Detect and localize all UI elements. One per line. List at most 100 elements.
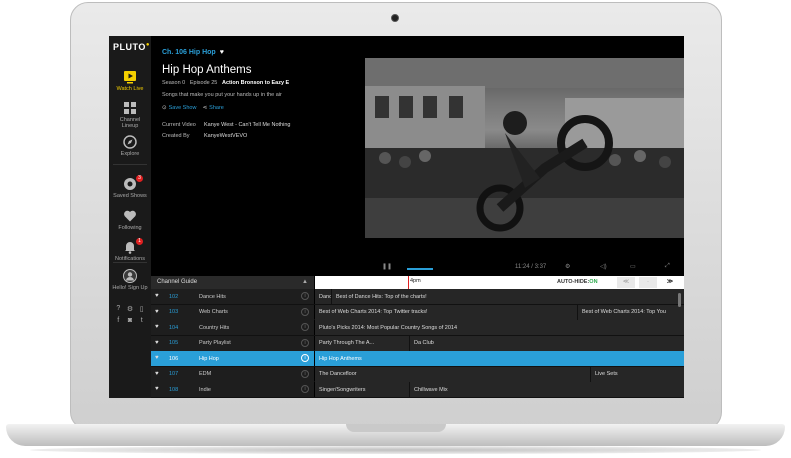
show-title: Hip Hop Anthems — [162, 64, 252, 76]
info-icon[interactable]: i — [301, 385, 309, 393]
sidebar-divider — [113, 262, 147, 263]
sidebar-item-explore[interactable]: Explore — [109, 135, 151, 157]
program-cell[interactable]: The Dancefloor — [315, 367, 590, 382]
channel-cell[interactable]: ♥ 108 Indie i — [151, 382, 314, 397]
channel-cell[interactable]: ♥ 102 Dance Hits i — [151, 289, 314, 304]
channel-cell[interactable]: ♥ 107 EDM i — [151, 366, 314, 382]
info-icon[interactable]: i — [301, 307, 309, 316]
instagram-icon[interactable]: ◙ — [128, 317, 132, 324]
info-icon[interactable]: i — [301, 292, 309, 300]
help-icon[interactable]: ? — [116, 305, 120, 313]
sidebar-item-sign-up[interactable]: Hello! Sign Up — [109, 269, 151, 291]
program-lane: Singer/Songwriters Chillwave Mix — [315, 382, 684, 397]
caret-up-icon[interactable]: ▲ — [302, 279, 308, 285]
info-icon[interactable]: i — [301, 354, 309, 362]
facebook-icon[interactable]: f — [117, 317, 119, 324]
guide-title: Channel Guide — [157, 279, 198, 285]
channel-name: Party Playlist — [199, 340, 231, 346]
show-description: Songs that make you put your hands up in… — [162, 92, 282, 98]
program-cell[interactable]: Best of Web Charts 2014: Top You — [577, 304, 684, 320]
channel-cell[interactable]: ♥ 106 Hip Hop i — [151, 351, 314, 366]
grid-icon — [124, 102, 136, 114]
channel-cell[interactable]: ♥ 104 Country Hits i — [151, 320, 314, 335]
settings-icon[interactable]: ⚙ — [565, 263, 570, 270]
program-cell[interactable]: Dance — [315, 289, 331, 304]
heart-icon[interactable]: ♥ — [155, 371, 159, 377]
guide-scrollbar[interactable] — [678, 293, 681, 307]
current-video-value: Kanye West - Can't Tell Me Nothing — [204, 122, 291, 128]
heart-icon[interactable]: ♥ — [155, 293, 159, 299]
sidebar-item-channel-lineup[interactable]: Channel Lineup — [109, 101, 151, 129]
season-label: Season 0 — [162, 80, 186, 86]
program-cell[interactable]: Best of Web Charts 2014: Top Twitter tra… — [315, 305, 577, 320]
program-cell[interactable]: Hip Hop Anthems — [315, 351, 684, 366]
pluto-logo[interactable]: PLUTO● — [113, 42, 150, 52]
program-cell[interactable]: Da Club — [409, 335, 684, 351]
program-lane: Pluto's Picks 2014: Most Popular Country… — [315, 320, 684, 335]
program-cell[interactable]: Party Through The A... — [315, 336, 409, 351]
program-lane: The Dancefloor Live Sets — [315, 366, 684, 382]
program-cell[interactable]: Pluto's Picks 2014: Most Popular Country… — [315, 320, 684, 335]
rewind-button[interactable]: ≪ — [617, 277, 635, 288]
guide-row[interactable]: ♥ 105 Party Playlist i Party Through The… — [151, 335, 684, 351]
tv-play-icon — [124, 71, 136, 84]
info-icon[interactable]: i — [301, 369, 309, 378]
guide-row[interactable]: ♥ 107 EDM i The Dancefloor Live Sets — [151, 366, 684, 382]
now-button[interactable]: · — [639, 277, 657, 288]
twitter-icon[interactable]: t — [141, 317, 143, 324]
avatar-icon — [123, 269, 137, 283]
heart-icon[interactable]: ♥ — [155, 340, 159, 346]
channel-guide-header[interactable]: Channel Guide ▲ — [151, 276, 314, 289]
created-by-row: Created By KanyeWestVEVO — [162, 133, 247, 139]
sidebar-item-watch-live[interactable]: Watch Live — [109, 70, 151, 92]
settings-icon[interactable]: ⚙ — [127, 305, 133, 313]
save-show-button[interactable]: ⊙ Save Show — [162, 105, 196, 111]
guide-row[interactable]: ♥ 102 Dance Hits i Dance Best of Dance H… — [151, 289, 684, 305]
channel-cell[interactable]: ♥ 105 Party Playlist i — [151, 335, 314, 351]
channel-name: Country Hits — [199, 324, 230, 331]
share-button[interactable]: ⋖ Share — [203, 105, 224, 111]
heart-icon[interactable]: ♥ — [155, 309, 159, 315]
video-frame — [365, 58, 684, 238]
guide-row[interactable]: ♥ 108 Indie i Singer/Songwriters Chillwa… — [151, 382, 684, 398]
heart-icon[interactable]: ♥ — [155, 355, 159, 361]
forward-button[interactable]: ≫ — [661, 277, 679, 288]
fullscreen-icon[interactable]: ⤢ — [665, 263, 670, 270]
program-cell[interactable]: Live Sets — [590, 366, 684, 382]
share-icon: ⋖ — [202, 105, 208, 111]
help-links: ? ⚙ ▯ — [109, 305, 151, 313]
channel-title[interactable]: Ch. 106 Hip Hop ♥ — [162, 49, 224, 56]
app-screen: PLUTO● Watch Live Channel Lineup Explore… — [109, 36, 684, 398]
progress-bar[interactable] — [407, 268, 433, 270]
channel-number: 102 — [169, 293, 179, 300]
captions-icon[interactable]: ▭ — [630, 263, 636, 270]
laptop-notch — [346, 424, 446, 432]
now-playing-panel: Ch. 106 Hip Hop ♥ Hip Hop Anthems Season … — [151, 36, 365, 276]
notification-badge: 3 — [136, 175, 143, 182]
guide-row[interactable]: ♥ 103 Web Charts i Best of Web Charts 20… — [151, 304, 684, 320]
sidebar-item-following[interactable]: Following — [109, 209, 151, 231]
mobile-icon[interactable]: ▯ — [140, 305, 144, 313]
heart-icon[interactable]: ♥ — [155, 324, 159, 330]
volume-icon[interactable]: ◁) — [600, 263, 607, 270]
info-icon[interactable]: i — [301, 323, 309, 331]
player-controls: ❚❚ 11:24 / 3:37 ⚙ ◁) ▭ ⤢ — [365, 261, 684, 275]
current-video-row: Current Video Kanye West - Can't Tell Me… — [162, 122, 290, 128]
sidebar: PLUTO● Watch Live Channel Lineup Explore… — [109, 36, 151, 398]
current-time-marker — [408, 276, 409, 289]
program-cell[interactable]: Chillwave Mix — [409, 382, 684, 397]
program-cell[interactable]: Best of Dance Hits: Top of the charts! — [331, 289, 684, 304]
channel-cell[interactable]: ♥ 103 Web Charts i — [151, 304, 314, 320]
heart-icon[interactable]: ♥ — [220, 49, 224, 56]
channel-name: EDM — [199, 371, 212, 377]
video-player[interactable] — [365, 58, 684, 238]
sidebar-item-notifications[interactable]: 1 Notifications — [109, 238, 151, 262]
program-cell[interactable]: Singer/Songwriters — [315, 382, 409, 397]
play-pause-icon[interactable]: ❚❚ — [382, 263, 392, 270]
autohide-toggle[interactable]: AUTO-HIDE:ON — [557, 279, 598, 285]
guide-row-selected[interactable]: ♥ 106 Hip Hop i Hip Hop Anthems — [151, 351, 684, 367]
sidebar-item-saved-shows[interactable]: 3 Saved Shows — [109, 175, 151, 199]
heart-icon[interactable]: ♥ — [155, 386, 159, 392]
guide-row[interactable]: ♥ 104 Country Hits i Pluto's Picks 2014:… — [151, 320, 684, 336]
info-icon[interactable]: i — [301, 338, 309, 347]
